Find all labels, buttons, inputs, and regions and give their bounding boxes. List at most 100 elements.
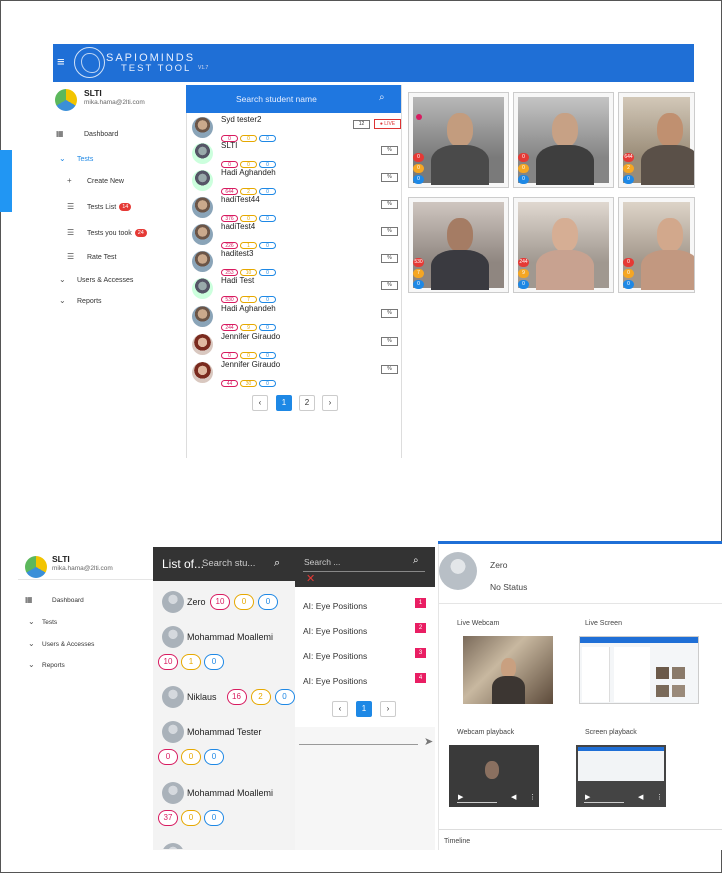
- student-row[interactable]: Mohammad Tester 0 0 0: [158, 721, 290, 771]
- live-screen-label: Live Screen: [585, 620, 622, 627]
- prev-page-button[interactable]: ‹: [252, 395, 268, 411]
- next-page-button[interactable]: ›: [380, 701, 396, 717]
- menu-icon[interactable]: ≡: [57, 55, 69, 68]
- score-chip-red: 376: [221, 215, 238, 222]
- score-chip-red: 44: [221, 380, 238, 387]
- alert-count-blue: 0: [623, 280, 634, 289]
- student-row[interactable]: Zero 10 0 0: [158, 591, 290, 617]
- student-row[interactable]: hadiTest4 226 1 0%: [192, 222, 402, 249]
- alert-count-blue: 0: [623, 175, 634, 184]
- report-button[interactable]: %: [381, 337, 398, 346]
- nav-dashboard[interactable]: ▦ Dashboard: [56, 129, 118, 138]
- student-row[interactable]: hadiTest44 376 0 0%: [192, 195, 402, 222]
- score-chips: 44 30 0: [221, 372, 278, 387]
- report-button[interactable]: %: [381, 227, 398, 236]
- score-chip-yellow: 0: [240, 161, 257, 168]
- prev-page-button[interactable]: ‹: [332, 701, 348, 717]
- webcam-tile[interactable]: 0 0 0: [618, 197, 695, 293]
- more-icon[interactable]: ⋮: [529, 793, 536, 801]
- clear-icon[interactable]: ✕: [306, 572, 315, 585]
- student-row[interactable]: Hadi Test 530 7 0%: [192, 276, 402, 303]
- report-button[interactable]: %: [381, 200, 398, 209]
- student-row[interactable]: Hadi Aghandeh 244 9 0%: [192, 304, 402, 331]
- webcam-tile[interactable]: 530 7 0: [408, 197, 509, 293]
- event-number-badge: 4: [415, 673, 426, 683]
- student-avatar: [192, 362, 213, 383]
- student-search-input[interactable]: Search stu...: [202, 558, 255, 569]
- nav-tests[interactable]: ⌄ Tests: [28, 617, 57, 626]
- student-row[interactable]: Syd tester2 0 0 0 12 ● LIVE: [192, 115, 402, 142]
- nav-tests[interactable]: ⌄ Tests: [59, 154, 93, 163]
- nav-users-accesses[interactable]: ⌄ Users & Accesses: [59, 275, 133, 284]
- alert-count-blue: 0: [413, 280, 424, 289]
- report-button[interactable]: %: [381, 309, 398, 318]
- live-screen-video[interactable]: [579, 636, 699, 704]
- student-row[interactable]: Niklaus 16 2 0: [158, 686, 295, 712]
- progress-bar[interactable]: [457, 802, 497, 803]
- search-icon[interactable]: ⌕: [379, 92, 385, 103]
- nav-dashboard[interactable]: ▦ Dashboard: [25, 595, 84, 604]
- score-chip-red: 0: [221, 161, 238, 168]
- more-icon[interactable]: ⋮: [656, 793, 663, 801]
- page-2-button[interactable]: 2: [299, 395, 315, 411]
- student-row[interactable]: Mohammad Moallemi 37 0 0: [158, 782, 290, 832]
- version-label: V1.7: [198, 65, 209, 71]
- page-1-button[interactable]: 1: [276, 395, 292, 411]
- message-input[interactable]: [299, 744, 418, 745]
- events-search-input[interactable]: Search ...: [304, 557, 340, 567]
- screen-playback-video[interactable]: ▶ ◀ ⋮: [576, 745, 666, 807]
- nav-reports[interactable]: ⌄ Reports: [28, 660, 65, 669]
- report-button[interactable]: %: [381, 173, 398, 182]
- progress-bar[interactable]: [584, 802, 624, 803]
- student-search-input[interactable]: Search student name: [236, 94, 317, 104]
- report-button[interactable]: %: [381, 146, 398, 155]
- nav-users-accesses[interactable]: ⌄ Users & Accesses: [28, 639, 94, 648]
- alert-count-yellow: 9: [518, 269, 529, 278]
- score-chip-yellow: 0: [240, 215, 257, 222]
- student-row[interactable]: Hadi Aghandeh 644 2 0%: [192, 168, 402, 195]
- chevron-down-icon: ⌄: [59, 296, 66, 305]
- volume-icon[interactable]: ◀: [638, 793, 643, 801]
- chevron-down-icon: ⌄: [59, 154, 66, 163]
- list-icon: ☰: [67, 202, 75, 211]
- live-webcam-video[interactable]: [463, 636, 553, 704]
- volume-icon[interactable]: ◀: [511, 793, 516, 801]
- nav-reports[interactable]: ⌄ Reports: [59, 296, 102, 305]
- person-face: [447, 218, 473, 252]
- webcam-tile[interactable]: 244 9 0: [513, 197, 614, 293]
- student-row[interactable]: Jennifer Giraudo 44 30 0%: [192, 360, 402, 387]
- page-1-button[interactable]: 1: [356, 701, 372, 717]
- nav-rate-test[interactable]: ☰ Rate Test: [67, 252, 116, 261]
- brain-logo-icon: [74, 47, 105, 78]
- nav-create-new[interactable]: + Create New: [67, 176, 124, 185]
- play-icon[interactable]: ▶: [585, 793, 590, 801]
- report-button[interactable]: %: [381, 365, 398, 374]
- score-chip-yellow: 0: [181, 810, 201, 826]
- search-icon[interactable]: ⌕: [274, 557, 280, 570]
- search-icon[interactable]: ⌕: [413, 555, 419, 566]
- nav-tests-you-took[interactable]: ☰ Tests you took 24: [67, 228, 147, 238]
- webcam-tile[interactable]: 0 0 0: [408, 92, 509, 188]
- alert-count-red: 0: [413, 153, 424, 162]
- student-row[interactable]: Jennifer Giraudo 0 0 0%: [192, 332, 402, 359]
- student-row[interactable]: SLTI 0 0 0%: [192, 141, 402, 168]
- person-face: [501, 658, 516, 678]
- next-page-button[interactable]: ›: [322, 395, 338, 411]
- chevron-down-icon: ⌄: [59, 275, 66, 284]
- webcam-playback-video[interactable]: ▶ ◀ ⋮: [449, 745, 539, 807]
- nav-tests-list[interactable]: ☰ Tests List 14: [67, 202, 132, 212]
- webcam-tile[interactable]: 644 2 0: [618, 92, 695, 188]
- student-search-bar[interactable]: Search student name ⌕: [186, 85, 401, 113]
- send-icon[interactable]: ➤: [424, 735, 433, 748]
- student-row[interactable]: Mohammad Moallemi 10 1 0: [158, 626, 290, 676]
- play-icon[interactable]: ▶: [458, 793, 463, 801]
- report-button[interactable]: 12: [353, 120, 370, 129]
- student-row[interactable]: haditest3 253 10 0%: [192, 249, 402, 276]
- student-name: haditest3: [221, 249, 254, 258]
- webcam-tile[interactable]: 0 0 0: [513, 92, 614, 188]
- report-button[interactable]: %: [381, 281, 398, 290]
- person-body: [641, 250, 694, 290]
- score-chip-yellow: 1: [240, 242, 257, 249]
- score-chip-blue: 0: [259, 296, 276, 303]
- report-button[interactable]: %: [381, 254, 398, 263]
